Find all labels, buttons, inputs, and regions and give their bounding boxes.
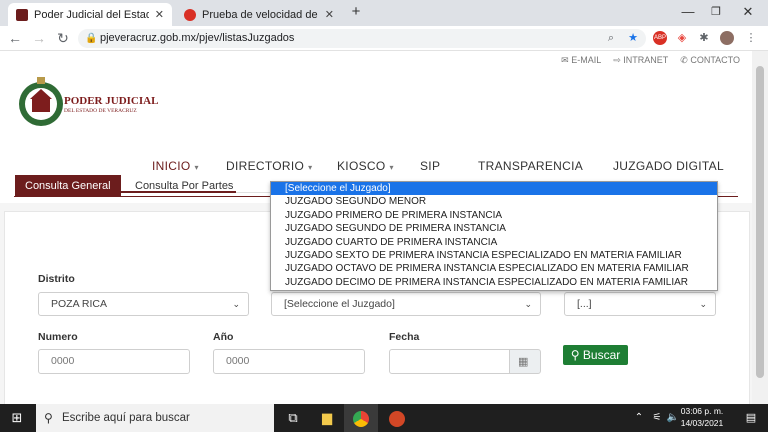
contacto-link[interactable]: ✆ CONTACTO: [680, 55, 740, 66]
logo-subtitle: DEL ESTADO DE VERACRUZ: [64, 108, 137, 114]
file-explorer-icon[interactable]: ▆: [310, 404, 344, 432]
nav-juzgado-digital[interactable]: JUZGADO DIGITAL: [613, 159, 724, 173]
dropdown-option[interactable]: JUZGADO CUARTO DE PRIMERA INSTANCIA: [271, 236, 717, 249]
tab-consulta-por-partes[interactable]: Consulta Por Partes: [125, 175, 243, 197]
zoom-icon[interactable]: ⌕: [604, 31, 618, 45]
calendar-button[interactable]: ▦: [509, 349, 541, 374]
reload-icon[interactable]: ↻: [54, 30, 72, 47]
maximize-button[interactable]: ❐: [706, 5, 726, 18]
taskbar-clock[interactable]: 03:06 p. m. 14/03/2021: [672, 405, 732, 429]
minimize-button[interactable]: —: [678, 4, 698, 19]
distrito-select[interactable]: POZA RICA ⌄: [38, 292, 249, 316]
email-link-label: E-MAIL: [571, 55, 602, 65]
dropdown-option[interactable]: JUZGADO OCTAVO DE PRIMERA INSTANCIA ESPE…: [271, 262, 717, 275]
lock-icon: 🔒: [85, 33, 98, 44]
nav-kiosco[interactable]: KIOSCO ▾: [337, 159, 394, 173]
chevron-down-icon: ⌄: [699, 299, 707, 309]
chevron-down-icon: ▾: [194, 163, 199, 172]
anio-input[interactable]: 0000: [213, 349, 365, 374]
buscar-button[interactable]: ⚲ Buscar: [563, 345, 628, 365]
secondary-select[interactable]: [...] ⌄: [564, 292, 716, 316]
nav-inicio-label: INICIO: [152, 159, 191, 173]
tab-speed-test[interactable]: Prueba de velocidad de Internet ✕: [176, 3, 342, 26]
nav-directorio[interactable]: DIRECTORIO ▾: [226, 159, 312, 173]
chevron-down-icon: ⌄: [524, 299, 532, 309]
powerpoint-logo: [389, 410, 405, 427]
dropdown-option[interactable]: JUZGADO SEGUNDO DE PRIMERA INSTANCIA: [271, 222, 717, 235]
menu-kebab-icon[interactable]: ⋮: [744, 31, 758, 45]
nav-directorio-label: DIRECTORIO: [226, 159, 305, 173]
contacto-link-label: CONTACTO: [690, 55, 740, 65]
juzgado-select[interactable]: [Seleccione el Juzgado] ⌄: [271, 292, 541, 316]
chrome-logo: [353, 410, 369, 427]
close-tab-icon[interactable]: ✕: [325, 8, 334, 21]
clock-time: 03:06 p. m.: [680, 406, 724, 416]
dropdown-option[interactable]: JUZGADO SEXTO DE PRIMERA INSTANCIA ESPEC…: [271, 249, 717, 262]
tab-poder-judicial[interactable]: Poder Judicial del Estado de Vera ✕: [8, 3, 172, 26]
email-link[interactable]: ✉ E-MAIL: [561, 55, 601, 66]
windows-start-icon[interactable]: ⊞: [0, 404, 34, 432]
intranet-link-label: INTRANET: [623, 55, 669, 65]
distrito-label: Distrito: [38, 273, 75, 285]
profile-avatar[interactable]: [720, 31, 734, 45]
chevron-down-icon: ▾: [308, 163, 313, 172]
scrollbar-thumb[interactable]: [756, 66, 764, 378]
browser-toolbar: ← → ↻ 🔒 pjeveracruz.gob.mx/pjev/listasJu…: [0, 26, 768, 51]
browser-tab-strip: Poder Judicial del Estado de Vera ✕ Prue…: [0, 0, 768, 26]
nav-juzgado-digital-label: JUZGADO DIGITAL: [613, 159, 724, 173]
bookmark-star-icon[interactable]: ★: [626, 31, 640, 45]
fecha-input[interactable]: [389, 349, 510, 374]
secondary-select-value: [...]: [577, 298, 592, 310]
search-icon: ⚲: [570, 348, 580, 362]
fecha-label: Fecha: [389, 331, 420, 343]
taskbar-search-placeholder: Escribe aquí para buscar: [62, 412, 190, 424]
numero-input[interactable]: 0000: [38, 349, 190, 374]
adblock-extension-icon[interactable]: ABP: [653, 31, 667, 45]
powerpoint-icon[interactable]: [380, 404, 414, 432]
buscar-label: Buscar: [582, 348, 621, 362]
nav-sip[interactable]: SIP: [420, 159, 440, 173]
taskbar-search[interactable]: ⚲ Escribe aquí para buscar: [36, 404, 274, 432]
url-text: pjeveracruz.gob.mx/pjev/listasJuzgados: [100, 32, 295, 44]
nav-kiosco-label: KIOSCO: [337, 159, 386, 173]
intranet-link[interactable]: ⇨ INTRANET: [613, 55, 668, 66]
tab-consulta-general[interactable]: Consulta General: [15, 175, 121, 197]
nav-transparencia-label: TRANSPARENCIA: [478, 159, 584, 173]
juzgado-dropdown-list: [Seleccione el Juzgado] JUZGADO SEGUNDO …: [270, 181, 718, 291]
tab-title: Prueba de velocidad de Internet: [202, 8, 319, 21]
distrito-value: POZA RICA: [51, 298, 108, 310]
site-favicon-icon: [16, 8, 28, 21]
anio-label: Año: [213, 331, 234, 343]
back-arrow-icon[interactable]: ←: [6, 30, 24, 46]
search-icon: ⚲: [44, 411, 53, 425]
task-view-icon[interactable]: ⧉: [276, 404, 310, 432]
dropdown-option[interactable]: JUZGADO SEGUNDO MENOR: [271, 195, 717, 208]
tab-title: Poder Judicial del Estado de Vera: [34, 8, 149, 21]
speedtest-favicon-icon: [184, 8, 196, 21]
notifications-icon[interactable]: ▤: [734, 404, 768, 432]
puzzle-extensions-icon[interactable]: ✱: [697, 31, 711, 45]
chevron-down-icon: ▾: [389, 163, 394, 172]
dropdown-option[interactable]: JUZGADO DECIMO DE PRIMERA INSTANCIA ESPE…: [271, 276, 717, 289]
site-logo[interactable]: PODER JUDICIAL DEL ESTADO DE VERACRUZ: [16, 69, 166, 139]
nav-transparencia[interactable]: TRANSPARENCIA: [478, 159, 583, 173]
juzgado-value: [Seleccione el Juzgado]: [284, 298, 395, 310]
address-bar[interactable]: 🔒 pjeveracruz.gob.mx/pjev/listasJuzgados: [78, 29, 646, 48]
dropdown-option[interactable]: JUZGADO PRIMERO DE PRIMERA INSTANCIA: [271, 209, 717, 222]
dropdown-option[interactable]: [Seleccione el Juzgado]: [271, 182, 717, 196]
numero-label: Numero: [38, 331, 78, 343]
forward-arrow-icon[interactable]: →: [30, 30, 48, 46]
calendar-grid-icon: ▦: [518, 356, 529, 368]
nav-sip-label: SIP: [420, 159, 441, 173]
close-window-button[interactable]: ✕: [738, 4, 758, 20]
clock-date: 14/03/2021: [680, 418, 724, 428]
close-tab-icon[interactable]: ✕: [155, 8, 164, 21]
chrome-icon[interactable]: [344, 404, 378, 432]
logo-title: PODER JUDICIAL: [64, 95, 159, 107]
chevron-down-icon: ⌄: [232, 299, 240, 309]
new-tab-button[interactable]: +: [346, 3, 366, 20]
top-links: ✉ E-MAIL ⇨ INTRANET ✆ CONTACTO: [561, 55, 740, 66]
extension-icon[interactable]: ◈: [675, 31, 689, 45]
nav-inicio[interactable]: INICIO ▾: [152, 159, 199, 173]
